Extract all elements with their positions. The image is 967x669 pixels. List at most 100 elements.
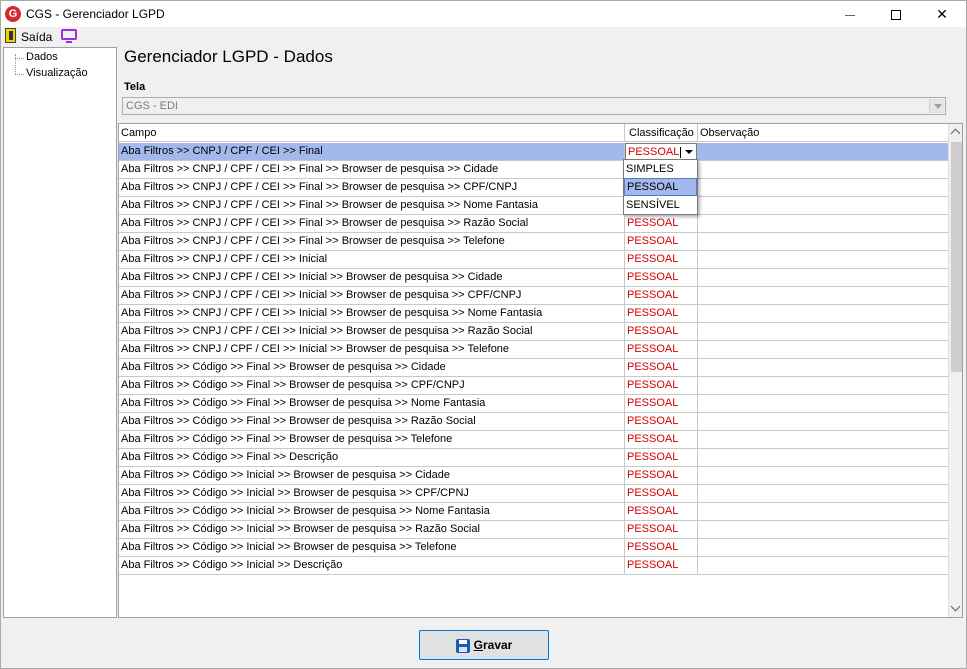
cell-observacao[interactable] xyxy=(698,341,948,358)
cell-classificacao[interactable]: PESSOAL xyxy=(625,485,698,502)
cell-campo[interactable]: Aba Filtros >> CNPJ / CPF / CEI >> Final… xyxy=(119,179,625,196)
cell-classificacao[interactable]: PESSOAL xyxy=(625,215,698,232)
table-row[interactable]: Aba Filtros >> CNPJ / CPF / CEI >> Inici… xyxy=(119,341,948,359)
cell-classificacao[interactable]: PESSOAL xyxy=(625,539,698,556)
cell-classificacao[interactable]: PESSOAL xyxy=(625,251,698,268)
cell-campo[interactable]: Aba Filtros >> Código >> Final >> Browse… xyxy=(119,413,625,430)
table-row[interactable]: Aba Filtros >> Código >> Inicial >> Brow… xyxy=(119,467,948,485)
cell-campo[interactable]: Aba Filtros >> CNPJ / CPF / CEI >> Final… xyxy=(119,215,625,232)
table-row[interactable]: Aba Filtros >> Código >> Inicial >> Brow… xyxy=(119,521,948,539)
cell-campo[interactable]: Aba Filtros >> CNPJ / CPF / CEI >> Inici… xyxy=(119,287,625,304)
cell-campo[interactable]: Aba Filtros >> CNPJ / CPF / CEI >> Inici… xyxy=(119,269,625,286)
cell-observacao[interactable] xyxy=(698,161,948,178)
cell-campo[interactable]: Aba Filtros >> Código >> Inicial >> Desc… xyxy=(119,557,625,574)
cell-observacao[interactable] xyxy=(698,323,948,340)
cell-observacao[interactable] xyxy=(698,251,948,268)
minimize-button[interactable] xyxy=(827,1,873,27)
cell-campo[interactable]: Aba Filtros >> CNPJ / CPF / CEI >> Final xyxy=(119,143,625,160)
dropdown-option-simples[interactable]: SIMPLES xyxy=(624,160,697,178)
cell-observacao[interactable] xyxy=(698,233,948,250)
cell-observacao[interactable] xyxy=(698,431,948,448)
exit-menu-item[interactable]: Saída xyxy=(21,30,52,44)
table-row[interactable]: Aba Filtros >> CNPJ / CPF / CEI >> Final… xyxy=(119,161,948,179)
cell-campo[interactable]: Aba Filtros >> CNPJ / CPF / CEI >> Final… xyxy=(119,233,625,250)
scroll-up-icon[interactable] xyxy=(949,124,962,141)
table-row[interactable]: Aba Filtros >> Código >> Inicial >> Brow… xyxy=(119,503,948,521)
column-header-classificacao[interactable]: Classificação xyxy=(625,124,698,142)
table-row[interactable]: Aba Filtros >> CNPJ / CPF / CEI >> Inici… xyxy=(119,269,948,287)
table-row[interactable]: Aba Filtros >> CNPJ / CPF / CEI >> Final… xyxy=(119,197,948,215)
cell-observacao[interactable] xyxy=(698,377,948,394)
maximize-button[interactable] xyxy=(873,1,919,27)
table-row[interactable]: Aba Filtros >> Código >> Final >> Browse… xyxy=(119,413,948,431)
cell-observacao[interactable] xyxy=(698,539,948,556)
cell-observacao[interactable] xyxy=(698,179,948,196)
cell-observacao[interactable] xyxy=(698,215,948,232)
cell-campo[interactable]: Aba Filtros >> CNPJ / CPF / CEI >> Inici… xyxy=(119,341,625,358)
tree-item-dados[interactable]: Dados xyxy=(15,51,58,63)
scroll-down-icon[interactable] xyxy=(949,600,962,617)
scrollbar-thumb[interactable] xyxy=(951,142,962,372)
cell-observacao[interactable] xyxy=(698,269,948,286)
table-row[interactable]: Aba Filtros >> CNPJ / CPF / CEI >> Inici… xyxy=(119,287,948,305)
table-row[interactable]: Aba Filtros >> Código >> Final >> Descri… xyxy=(119,449,948,467)
monitor-icon[interactable] xyxy=(61,29,77,43)
table-row[interactable]: Aba Filtros >> Código >> Inicial >> Desc… xyxy=(119,557,948,575)
cell-classificacao[interactable]: PESSOAL xyxy=(625,521,698,538)
cell-classificacao[interactable]: PESSOAL xyxy=(625,233,698,250)
cell-observacao[interactable] xyxy=(698,197,948,214)
table-row[interactable]: Aba Filtros >> Código >> Final >> Browse… xyxy=(119,395,948,413)
cell-campo[interactable]: Aba Filtros >> CNPJ / CPF / CEI >> Inici… xyxy=(119,323,625,340)
cell-campo[interactable]: Aba Filtros >> Código >> Final >> Browse… xyxy=(119,395,625,412)
cell-observacao[interactable] xyxy=(698,287,948,304)
cell-campo[interactable]: Aba Filtros >> Código >> Inicial >> Brow… xyxy=(119,521,625,538)
cell-observacao[interactable] xyxy=(698,359,948,376)
table-row[interactable]: Aba Filtros >> CNPJ / CPF / CEI >> Inici… xyxy=(119,251,948,269)
cell-campo[interactable]: Aba Filtros >> Código >> Final >> Browse… xyxy=(119,431,625,448)
tela-select[interactable]: CGS - EDI xyxy=(122,97,946,115)
cell-campo[interactable]: Aba Filtros >> CNPJ / CPF / CEI >> Final… xyxy=(119,161,625,178)
cell-campo[interactable]: Aba Filtros >> Código >> Final >> Browse… xyxy=(119,359,625,376)
table-row[interactable]: Aba Filtros >> Código >> Final >> Browse… xyxy=(119,431,948,449)
table-row[interactable]: Aba Filtros >> Código >> Inicial >> Brow… xyxy=(119,485,948,503)
cell-observacao[interactable] xyxy=(698,143,948,160)
cell-classificacao[interactable]: PESSOAL xyxy=(625,269,698,286)
chevron-down-icon[interactable] xyxy=(929,99,944,113)
cell-campo[interactable]: Aba Filtros >> Código >> Inicial >> Brow… xyxy=(119,485,625,502)
cell-observacao[interactable] xyxy=(698,395,948,412)
cell-classificacao[interactable]: PESSOAL xyxy=(625,413,698,430)
cell-observacao[interactable] xyxy=(698,521,948,538)
cell-campo[interactable]: Aba Filtros >> Código >> Inicial >> Brow… xyxy=(119,539,625,556)
cell-classificacao[interactable]: PESSOAL xyxy=(625,431,698,448)
cell-classificacao[interactable]: PESSOAL xyxy=(625,503,698,520)
table-row[interactable]: Aba Filtros >> Código >> Inicial >> Brow… xyxy=(119,539,948,557)
column-header-observacao[interactable]: Observação xyxy=(698,124,948,142)
table-row[interactable]: Aba Filtros >> CNPJ / CPF / CEI >> Final… xyxy=(119,143,948,161)
table-row[interactable]: Aba Filtros >> CNPJ / CPF / CEI >> Inici… xyxy=(119,305,948,323)
cell-campo[interactable]: Aba Filtros >> Código >> Inicial >> Brow… xyxy=(119,503,625,520)
chevron-down-icon[interactable] xyxy=(682,144,696,159)
table-row[interactable]: Aba Filtros >> Código >> Final >> Browse… xyxy=(119,377,948,395)
cell-observacao[interactable] xyxy=(698,305,948,322)
dropdown-option-pessoal[interactable]: PESSOAL xyxy=(624,178,697,196)
table-row[interactable]: Aba Filtros >> Código >> Final >> Browse… xyxy=(119,359,948,377)
tree-item-visualizacao[interactable]: Visualização xyxy=(15,67,88,79)
column-header-campo[interactable]: Campo xyxy=(119,124,625,142)
cell-classificacao[interactable]: PESSOAL xyxy=(625,323,698,340)
cell-classificacao[interactable]: PESSOAL xyxy=(625,359,698,376)
cell-observacao[interactable] xyxy=(698,485,948,502)
cell-observacao[interactable] xyxy=(698,557,948,574)
table-row[interactable]: Aba Filtros >> CNPJ / CPF / CEI >> Final… xyxy=(119,215,948,233)
cell-campo[interactable]: Aba Filtros >> CNPJ / CPF / CEI >> Inici… xyxy=(119,305,625,322)
table-row[interactable]: Aba Filtros >> CNPJ / CPF / CEI >> Final… xyxy=(119,179,948,197)
cell-classificacao[interactable]: PESSOAL xyxy=(625,449,698,466)
cell-classificacao[interactable]: PESSOAL xyxy=(625,557,698,574)
save-button[interactable]: Gravar xyxy=(419,630,549,660)
cell-campo[interactable]: Aba Filtros >> CNPJ / CPF / CEI >> Final… xyxy=(119,197,625,214)
cell-campo[interactable]: Aba Filtros >> CNPJ / CPF / CEI >> Inici… xyxy=(119,251,625,268)
cell-observacao[interactable] xyxy=(698,413,948,430)
table-row[interactable]: Aba Filtros >> CNPJ / CPF / CEI >> Final… xyxy=(119,233,948,251)
cell-classificacao[interactable]: PESSOAL xyxy=(625,305,698,322)
cell-observacao[interactable] xyxy=(698,449,948,466)
cell-campo[interactable]: Aba Filtros >> Código >> Inicial >> Brow… xyxy=(119,467,625,484)
